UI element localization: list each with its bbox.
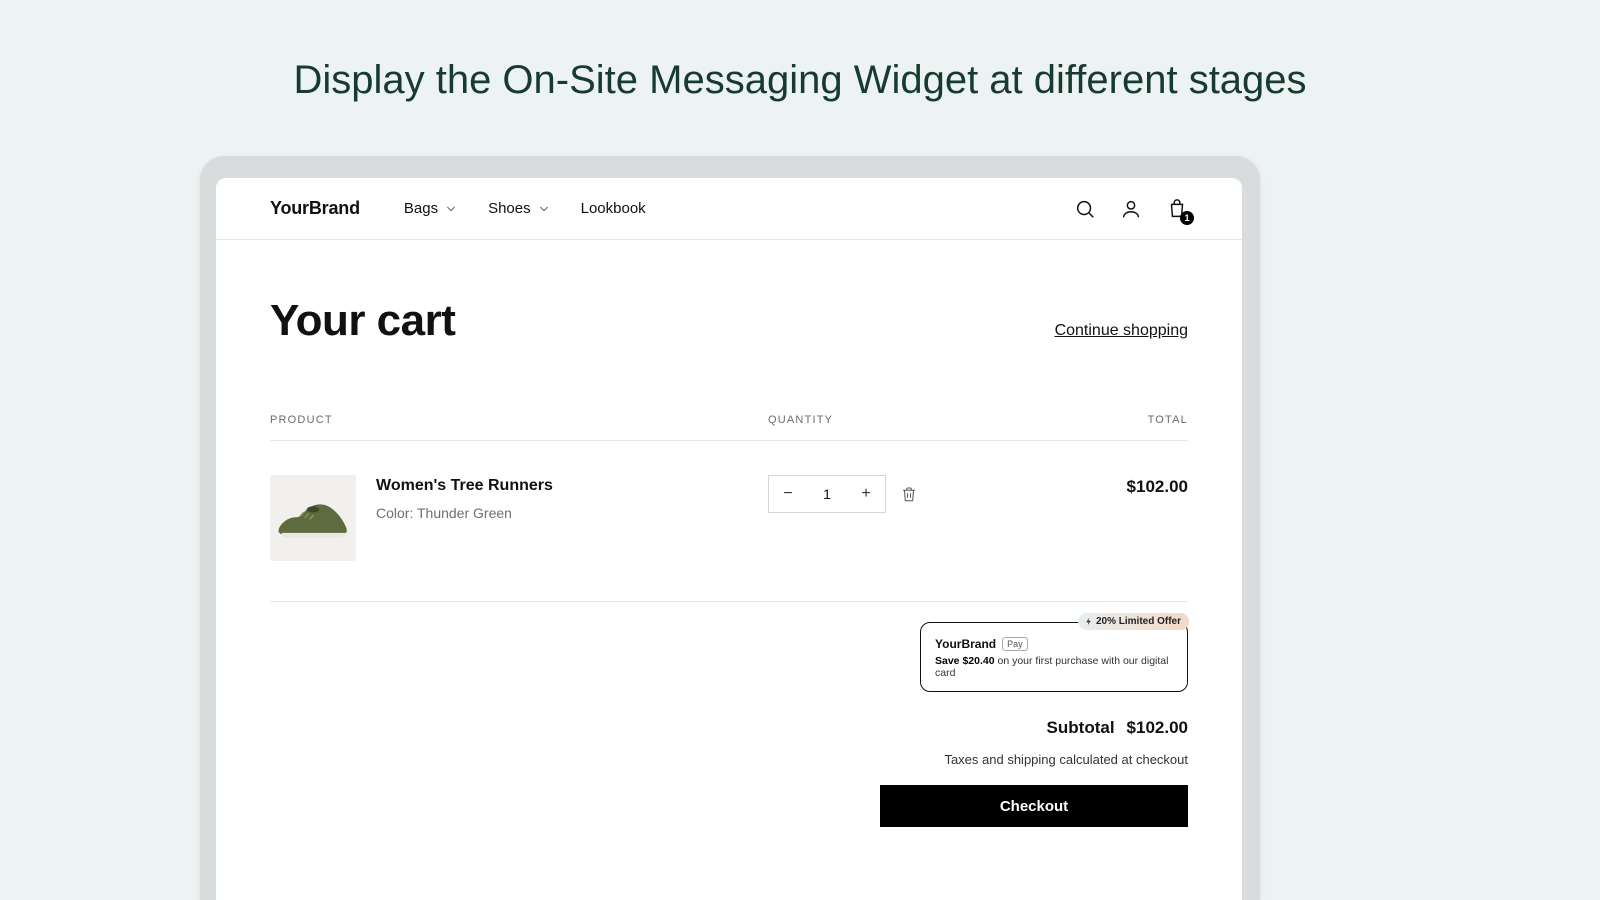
top-nav: YourBrand Bags Shoes Lookbook bbox=[216, 178, 1242, 240]
column-quantity: QUANTITY bbox=[768, 414, 1008, 426]
remove-item-button[interactable] bbox=[900, 485, 918, 503]
limited-offer-badge: 20% Limited Offer bbox=[1078, 613, 1189, 630]
decrement-button[interactable]: − bbox=[779, 485, 797, 503]
subtotal-label: Subtotal bbox=[1047, 718, 1115, 738]
product-name[interactable]: Women's Tree Runners bbox=[376, 477, 553, 495]
device-frame: YourBrand Bags Shoes Lookbook bbox=[200, 156, 1260, 900]
cart-summary: 20% Limited Offer YourBrand Pay Save $20… bbox=[880, 622, 1188, 827]
column-total: TOTAL bbox=[1008, 414, 1188, 426]
account-icon[interactable] bbox=[1120, 198, 1142, 220]
nav-item-shoes[interactable]: Shoes bbox=[488, 200, 549, 217]
nav-item-label: Shoes bbox=[488, 200, 531, 217]
limited-offer-text: 20% Limited Offer bbox=[1096, 616, 1181, 627]
nav-links: Bags Shoes Lookbook bbox=[404, 200, 646, 217]
continue-shopping-link[interactable]: Continue shopping bbox=[1055, 322, 1188, 340]
quantity-value: 1 bbox=[823, 486, 831, 502]
quantity-cell: − 1 + bbox=[768, 475, 1008, 513]
cart-icon[interactable]: 1 bbox=[1166, 198, 1188, 220]
subtotal-value: $102.00 bbox=[1127, 718, 1188, 738]
product-meta: Women's Tree Runners Color: Thunder Gree… bbox=[376, 475, 553, 561]
checkout-button[interactable]: Checkout bbox=[880, 785, 1188, 827]
cart-header: Your cart Continue shopping bbox=[270, 296, 1188, 346]
product-thumbnail[interactable] bbox=[270, 475, 356, 561]
stage-title: Display the On-Site Messaging Widget at … bbox=[0, 0, 1600, 103]
product-variant: Color: Thunder Green bbox=[376, 505, 553, 521]
nav-icons: 1 bbox=[1074, 198, 1188, 220]
cart-badge: 1 bbox=[1180, 211, 1194, 225]
line-total: $102.00 bbox=[1008, 475, 1188, 497]
brand-logo[interactable]: YourBrand bbox=[270, 198, 360, 219]
chevron-down-icon bbox=[446, 204, 456, 214]
widget-brand-line: YourBrand Pay bbox=[935, 637, 1173, 651]
nav-item-bags[interactable]: Bags bbox=[404, 200, 456, 217]
widget-save-bold: Save $20.40 bbox=[935, 655, 995, 667]
screen: YourBrand Bags Shoes Lookbook bbox=[216, 178, 1242, 900]
trash-icon bbox=[900, 485, 918, 503]
subtotal-row: Subtotal $102.00 bbox=[880, 718, 1188, 738]
increment-button[interactable]: + bbox=[857, 485, 875, 503]
widget-save-text: Save $20.40 on your first purchase with … bbox=[935, 655, 1173, 679]
nav-item-lookbook[interactable]: Lookbook bbox=[581, 200, 646, 217]
product-cell: Women's Tree Runners Color: Thunder Gree… bbox=[270, 475, 768, 561]
pay-chip: Pay bbox=[1002, 637, 1028, 651]
quantity-stepper: − 1 + bbox=[768, 475, 886, 513]
messaging-widget[interactable]: 20% Limited Offer YourBrand Pay Save $20… bbox=[920, 622, 1188, 692]
cart-content: Your cart Continue shopping PRODUCT QUAN… bbox=[216, 240, 1242, 827]
widget-brand: YourBrand bbox=[935, 637, 996, 651]
nav-item-label: Lookbook bbox=[581, 200, 646, 217]
shoe-icon bbox=[274, 492, 352, 544]
search-icon[interactable] bbox=[1074, 198, 1096, 220]
chevron-down-icon bbox=[539, 204, 549, 214]
cart-line-item: Women's Tree Runners Color: Thunder Gree… bbox=[270, 441, 1188, 602]
cart-table-header: PRODUCT QUANTITY TOTAL bbox=[270, 414, 1188, 441]
column-product: PRODUCT bbox=[270, 414, 768, 426]
page-title: Your cart bbox=[270, 296, 455, 346]
nav-item-label: Bags bbox=[404, 200, 438, 217]
tax-note: Taxes and shipping calculated at checkou… bbox=[880, 752, 1188, 767]
bolt-icon bbox=[1084, 617, 1093, 626]
